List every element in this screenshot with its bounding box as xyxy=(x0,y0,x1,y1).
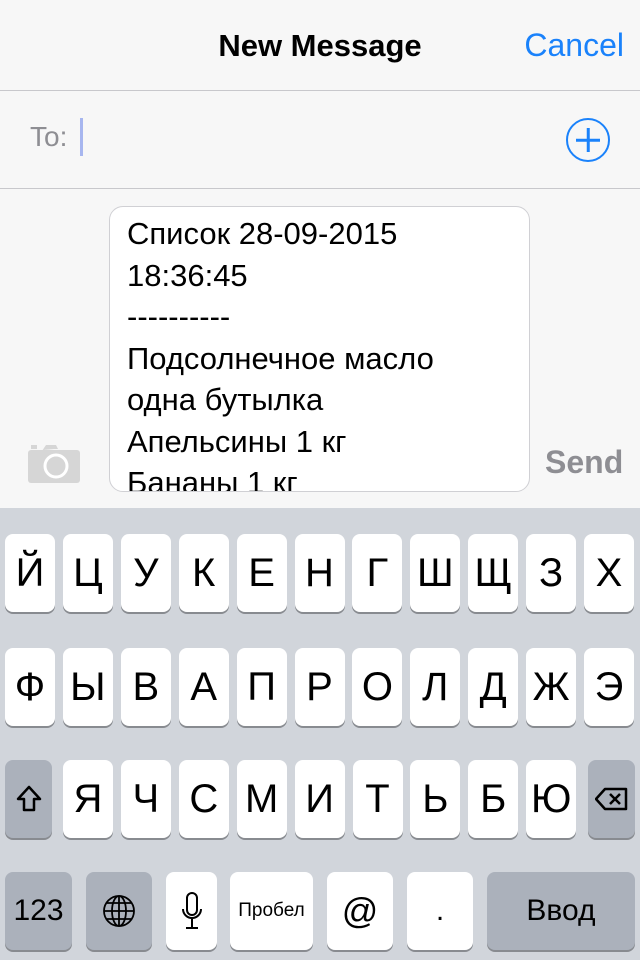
period-key[interactable]: . xyxy=(407,872,473,950)
nav-bar: New Message Cancel xyxy=(0,0,640,91)
key-Ц[interactable]: Ц xyxy=(62,534,113,612)
at-key[interactable]: @ xyxy=(327,872,393,950)
key-С[interactable]: С xyxy=(178,760,229,838)
key-И[interactable]: И xyxy=(294,760,345,838)
globe-key[interactable] xyxy=(86,872,152,950)
message-line: ---------- xyxy=(127,299,231,334)
microphone-icon xyxy=(181,892,202,929)
key-М[interactable]: М xyxy=(236,760,287,838)
to-label: To: xyxy=(30,121,68,152)
key-Б[interactable]: Б xyxy=(468,760,519,838)
delete-key[interactable] xyxy=(588,760,635,838)
message-line: Апельсины 1 кг xyxy=(127,423,347,459)
message-line: Список 28-09-2015 xyxy=(127,216,398,251)
recipient-row[interactable]: To: xyxy=(0,91,640,189)
send-button[interactable]: Send xyxy=(545,444,623,481)
key-З[interactable]: З xyxy=(526,534,577,612)
key-Р[interactable]: Р xyxy=(294,648,345,726)
cancel-button[interactable]: Cancel xyxy=(524,27,624,64)
compose-area: Список 28-09-2015 18:36:45 ---------- Подсо… xyxy=(0,189,640,508)
message-line: одна бутылка xyxy=(127,382,324,417)
key-Щ[interactable]: Щ xyxy=(468,534,519,612)
plus-circle-icon[interactable] xyxy=(566,118,610,162)
key-Ы[interactable]: Ы xyxy=(62,648,113,726)
camera-icon[interactable] xyxy=(28,443,80,483)
key-К[interactable]: К xyxy=(178,534,229,612)
keyboard: Й Ц У К Е Н Г Ш Щ З Х Ф Ы В А П Р О Л Д Ж Э Я Ч С М И Т Ь Б Ю 123 Пробел… xyxy=(0,508,640,960)
dictation-key[interactable] xyxy=(166,872,217,950)
message-line: Подсолнечное масло xyxy=(127,340,434,376)
key-У[interactable]: У xyxy=(120,534,171,612)
message-input[interactable]: Список 28-09-2015 18:36:45 ---------- Подсо… xyxy=(109,206,530,492)
message-line: Бананы 1 кг xyxy=(127,465,298,492)
key-Т[interactable]: Т xyxy=(352,760,403,838)
key-О[interactable]: О xyxy=(352,648,403,726)
key-А[interactable]: А xyxy=(178,648,229,726)
key-П[interactable]: П xyxy=(236,648,287,726)
globe-icon xyxy=(103,895,135,927)
key-Л[interactable]: Л xyxy=(410,648,461,726)
key-Й[interactable]: Й xyxy=(5,534,55,612)
key-Д[interactable]: Д xyxy=(468,648,519,726)
backspace-icon xyxy=(594,787,627,811)
key-Н[interactable]: Н xyxy=(294,534,345,612)
numbers-key[interactable]: 123 xyxy=(5,872,72,950)
key-Я[interactable]: Я xyxy=(63,760,113,838)
key-Ь[interactable]: Ь xyxy=(410,760,461,838)
key-Ф[interactable]: Ф xyxy=(5,648,55,726)
key-Ш[interactable]: Ш xyxy=(410,534,461,612)
return-key[interactable]: Ввод xyxy=(487,872,635,950)
key-Г[interactable]: Г xyxy=(352,534,403,612)
space-key[interactable]: Пробел xyxy=(230,872,313,950)
key-В[interactable]: В xyxy=(120,648,171,726)
key-Э[interactable]: Э xyxy=(584,648,634,726)
key-Х[interactable]: Х xyxy=(584,534,634,612)
shift-key[interactable] xyxy=(5,760,52,838)
key-Ж[interactable]: Ж xyxy=(526,648,577,726)
key-Е[interactable]: Е xyxy=(236,534,287,612)
text-cursor xyxy=(80,118,83,156)
key-Ч[interactable]: Ч xyxy=(120,760,171,838)
shift-icon xyxy=(16,785,41,812)
key-Ю[interactable]: Ю xyxy=(526,760,577,838)
message-line: 18:36:45 xyxy=(127,257,248,293)
